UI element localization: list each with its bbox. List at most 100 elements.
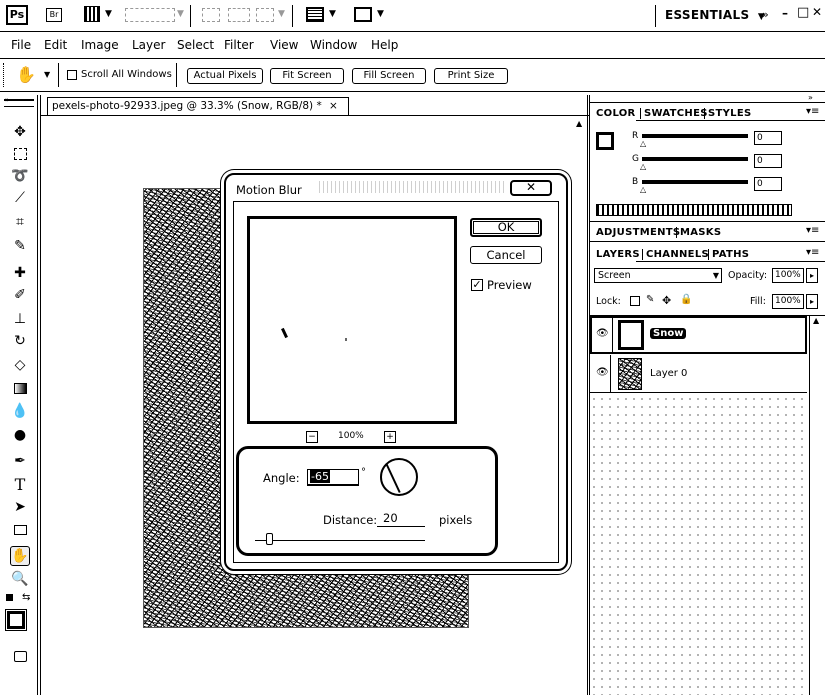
tab-masks[interactable]: MASKS bbox=[676, 227, 721, 238]
history-brush-tool-icon[interactable]: ↻ bbox=[10, 331, 30, 351]
fill-flyout-icon[interactable]: ▸ bbox=[806, 294, 818, 309]
menu-window[interactable]: Window bbox=[310, 38, 357, 52]
lock-image-icon[interactable]: ✎ bbox=[646, 294, 654, 305]
distance-slider-thumb[interactable] bbox=[266, 533, 273, 545]
brush-tool-icon[interactable]: ✐ bbox=[10, 285, 30, 305]
menu-view[interactable]: View bbox=[270, 38, 298, 52]
zoom-out-button[interactable]: − bbox=[306, 431, 318, 443]
red-slider[interactable] bbox=[642, 134, 748, 138]
blue-value-input[interactable]: 0 bbox=[754, 177, 782, 191]
default-colors-icon[interactable] bbox=[6, 594, 13, 601]
lasso-tool-icon[interactable]: ➰ bbox=[10, 166, 30, 186]
green-slider[interactable] bbox=[642, 157, 748, 161]
angle-input[interactable]: -65 bbox=[307, 469, 359, 486]
chevron-down-icon[interactable]: ▼ bbox=[377, 9, 384, 19]
hand-tool-icon[interactable]: ✋ bbox=[10, 546, 30, 566]
crop-tool-icon[interactable]: ⌗ bbox=[10, 212, 30, 232]
path-selection-tool-icon[interactable]: ➤ bbox=[10, 497, 30, 517]
type-tool-icon[interactable]: T bbox=[10, 474, 30, 494]
fill-input[interactable]: 100% bbox=[772, 294, 804, 309]
document-tab[interactable]: pexels-photo-92933.jpeg @ 33.3% (Snow, R… bbox=[47, 97, 349, 115]
distance-slider-track[interactable] bbox=[255, 540, 425, 541]
hand-tool-preset-icon[interactable]: ✋ bbox=[16, 65, 36, 84]
clone-stamp-tool-icon[interactable]: ⊥ bbox=[10, 309, 30, 329]
lock-position-icon[interactable]: ✥ bbox=[662, 294, 671, 307]
blend-mode-select[interactable]: Screen ▼ bbox=[594, 268, 722, 283]
panel-menu-icon[interactable]: ▾≡ bbox=[806, 247, 819, 258]
opacity-input[interactable]: 100% bbox=[772, 268, 804, 283]
blur-tool-icon[interactable]: 💧 bbox=[10, 401, 30, 421]
tab-swatches[interactable]: SWATCHES bbox=[640, 108, 708, 119]
tab-channels[interactable]: CHANNELS bbox=[642, 249, 709, 260]
eraser-tool-icon[interactable]: ◇ bbox=[10, 355, 30, 375]
close-icon[interactable]: × bbox=[329, 100, 338, 112]
arrange-documents-icon[interactable] bbox=[306, 7, 324, 22]
screen-mode-icon[interactable] bbox=[354, 7, 372, 22]
dodge-tool-icon[interactable]: ● bbox=[10, 425, 30, 445]
collapse-icon[interactable]: « bbox=[4, 96, 8, 104]
move-tool-icon[interactable]: ✥ bbox=[10, 122, 30, 142]
cancel-button[interactable]: Cancel bbox=[470, 246, 542, 264]
quick-selection-tool-icon[interactable]: ⟋ bbox=[10, 188, 30, 208]
eyedropper-tool-icon[interactable]: ✎ bbox=[10, 236, 30, 256]
distance-input[interactable]: 20 bbox=[377, 511, 425, 527]
panel-menu-icon[interactable]: ▾≡ bbox=[806, 225, 819, 236]
red-value-input[interactable]: 0 bbox=[754, 131, 782, 145]
menu-select[interactable]: Select bbox=[177, 38, 214, 52]
scroll-up-icon[interactable]: ▲ bbox=[813, 316, 819, 325]
fill-screen-button[interactable]: Fill Screen bbox=[352, 68, 426, 84]
chevron-down-icon[interactable]: ▼ bbox=[105, 9, 112, 19]
tab-paths[interactable]: PATHS bbox=[708, 249, 749, 260]
bridge-icon[interactable]: Br bbox=[46, 8, 62, 22]
menu-layer[interactable]: Layer bbox=[132, 38, 165, 52]
view-extras-icon[interactable] bbox=[84, 6, 100, 22]
menu-image[interactable]: Image bbox=[81, 38, 119, 52]
tab-styles[interactable]: STYLES bbox=[704, 108, 751, 119]
color-spectrum-ramp[interactable] bbox=[596, 204, 792, 216]
menu-edit[interactable]: Edit bbox=[44, 38, 67, 52]
workspace-switcher[interactable]: ESSENTIALS ▼ bbox=[665, 8, 765, 22]
foreground-color-chip[interactable] bbox=[596, 132, 614, 150]
layers-scrollbar[interactable]: ▲ bbox=[809, 316, 825, 695]
preview-checkbox[interactable]: ✓ bbox=[471, 279, 483, 291]
scroll-all-windows-checkbox[interactable] bbox=[67, 70, 77, 80]
opacity-flyout-icon[interactable]: ▸ bbox=[806, 268, 818, 283]
fit-screen-button[interactable]: Fit Screen bbox=[270, 68, 344, 84]
visibility-eye-icon[interactable]: 👁 bbox=[596, 328, 609, 339]
dialog-close-button[interactable]: ✕ bbox=[510, 180, 552, 196]
foreground-color-swatch[interactable] bbox=[7, 611, 25, 629]
blue-slider[interactable] bbox=[642, 180, 748, 184]
lock-transparent-icon[interactable] bbox=[630, 296, 640, 306]
green-slider-thumb[interactable]: △ bbox=[640, 162, 646, 171]
chevron-down-icon[interactable]: ▼ bbox=[329, 9, 336, 19]
quick-mask-icon[interactable] bbox=[10, 646, 30, 666]
angle-dial[interactable] bbox=[380, 458, 418, 496]
tab-adjustments[interactable]: ADJUSTMENTS bbox=[596, 227, 680, 238]
tab-color[interactable]: COLOR bbox=[596, 108, 636, 119]
healing-brush-tool-icon[interactable]: ✚ bbox=[10, 263, 30, 283]
layer-row-layer-0[interactable]: 👁 Layer 0 bbox=[590, 355, 807, 393]
preview-frame[interactable] bbox=[247, 216, 457, 424]
green-value-input[interactable]: 0 bbox=[754, 154, 782, 168]
marquee-tool-icon[interactable] bbox=[10, 144, 30, 164]
actual-pixels-button[interactable]: Actual Pixels bbox=[187, 68, 263, 84]
zoom-tool-icon[interactable]: 🔍 bbox=[10, 569, 30, 589]
visibility-eye-icon[interactable]: 👁 bbox=[596, 367, 609, 378]
collapse-panels-icon[interactable]: » bbox=[808, 93, 813, 102]
menu-filter[interactable]: Filter bbox=[224, 38, 254, 52]
print-size-button[interactable]: Print Size bbox=[434, 68, 508, 84]
panel-menu-icon[interactable]: ▾≡ bbox=[806, 106, 819, 117]
chevron-down-icon[interactable]: ▼ bbox=[177, 9, 184, 19]
ok-button[interactable]: OK bbox=[470, 218, 542, 237]
blue-slider-thumb[interactable]: △ bbox=[640, 185, 646, 194]
workspace-menu-icon[interactable]: » bbox=[762, 8, 769, 21]
red-slider-thumb[interactable]: △ bbox=[640, 139, 646, 148]
close-button[interactable]: ✕ bbox=[812, 5, 822, 19]
chevron-down-icon[interactable]: ▼ bbox=[44, 70, 50, 79]
minimize-button[interactable]: – bbox=[782, 6, 788, 20]
lock-all-icon[interactable]: 🔒 bbox=[680, 294, 692, 305]
menu-help[interactable]: Help bbox=[371, 38, 398, 52]
layer-row-snow[interactable]: 👁 Snow bbox=[590, 316, 807, 354]
pen-tool-icon[interactable]: ✒ bbox=[10, 451, 30, 471]
scroll-up-icon[interactable]: ▲ bbox=[576, 119, 582, 128]
